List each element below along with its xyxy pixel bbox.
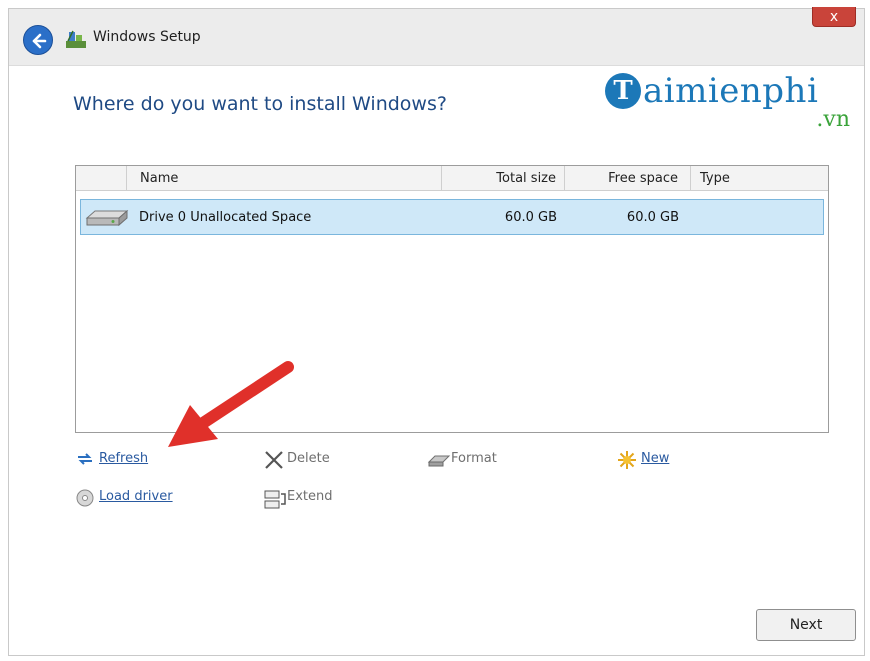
row-free-space: 60.0 GB [626,210,679,225]
list-header: Name Total size Free space Type [76,166,828,191]
load-driver-button[interactable]: Load driver [75,487,205,507]
back-button[interactable] [23,25,53,55]
format-button[interactable]: Format [427,449,527,469]
windows-setup-icon [66,30,86,48]
brand-watermark: T aimienphi .vn [605,71,850,132]
row-drive-name: Drive 0 Unallocated Space [139,210,312,225]
load-driver-label: Load driver [99,489,173,504]
column-header-name[interactable]: Name [140,171,178,186]
new-button[interactable]: New [617,449,697,469]
column-header-type[interactable]: Type [700,171,730,186]
refresh-label: Refresh [99,451,149,466]
back-arrow-icon [32,33,47,49]
format-drive-icon [427,455,451,467]
page-heading: Where do you want to install Windows? [73,93,447,115]
brand-name: aimienphi [643,71,819,111]
brand-suffix: .vn [816,107,850,132]
column-header-free-space[interactable]: Free space [566,171,678,186]
row-total-size: 60.0 GB [504,210,557,225]
column-header-total-size[interactable]: Total size [436,171,556,186]
table-row[interactable]: Drive 0 Unallocated Space 60.0 GB 60.0 G… [80,199,824,235]
extend-icon [264,490,286,509]
refresh-icon [78,453,92,465]
new-label: New [641,451,670,466]
setup-window: Windows Setup x T aimienphi .vn Where do… [8,7,865,656]
next-button[interactable]: Next [756,609,856,641]
window-title: Windows Setup [93,29,201,45]
hard-drive-icon [85,209,129,227]
annotation-arrow-icon [168,361,294,447]
title-bar: Windows Setup x [9,7,864,66]
extend-label: Extend [287,489,333,504]
format-label: Format [451,451,497,466]
next-label: Next [789,617,823,633]
brand-logo-initial: T [605,73,641,109]
close-button[interactable]: x [812,7,856,27]
close-icon: x [829,9,839,25]
new-starburst-icon [618,451,636,469]
load-driver-disc-icon [76,489,94,507]
extend-button[interactable]: Extend [263,487,353,509]
